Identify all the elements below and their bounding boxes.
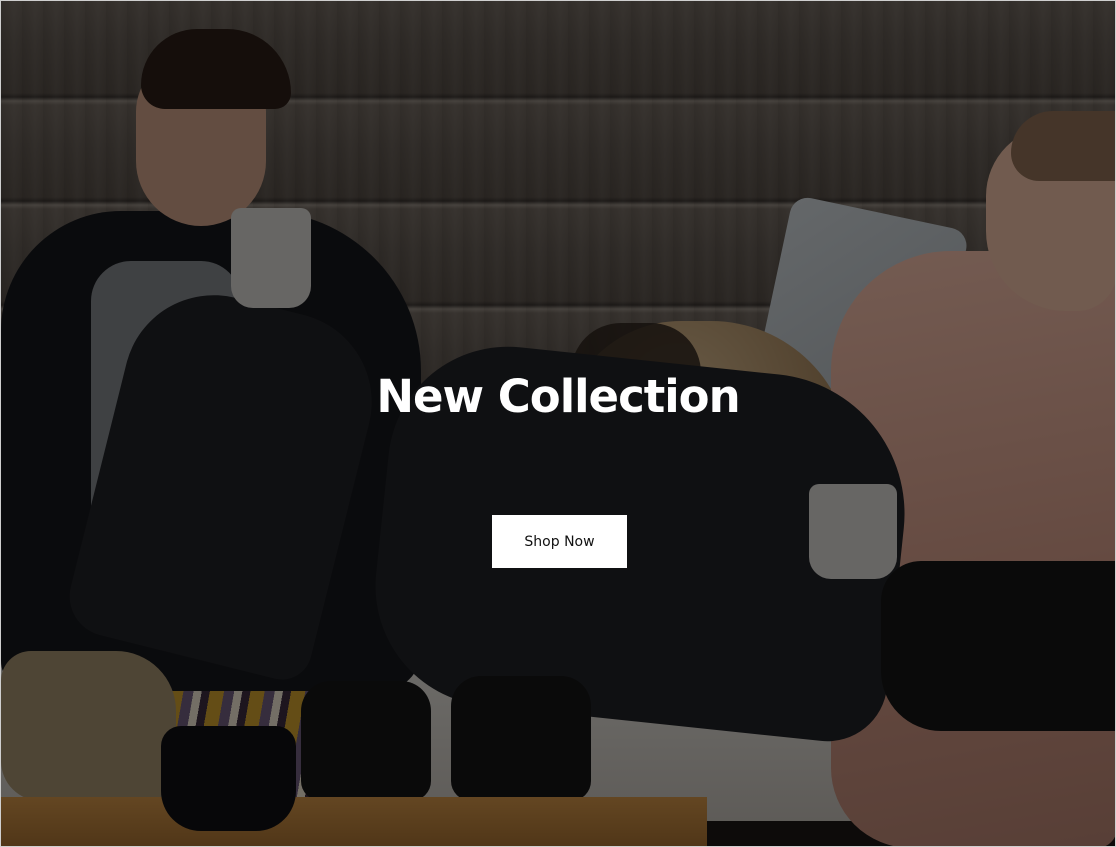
hero-banner: New Collection Shop Now: [0, 0, 1116, 847]
hero-title: New Collection: [376, 370, 740, 423]
shop-now-button[interactable]: Shop Now: [492, 515, 627, 568]
